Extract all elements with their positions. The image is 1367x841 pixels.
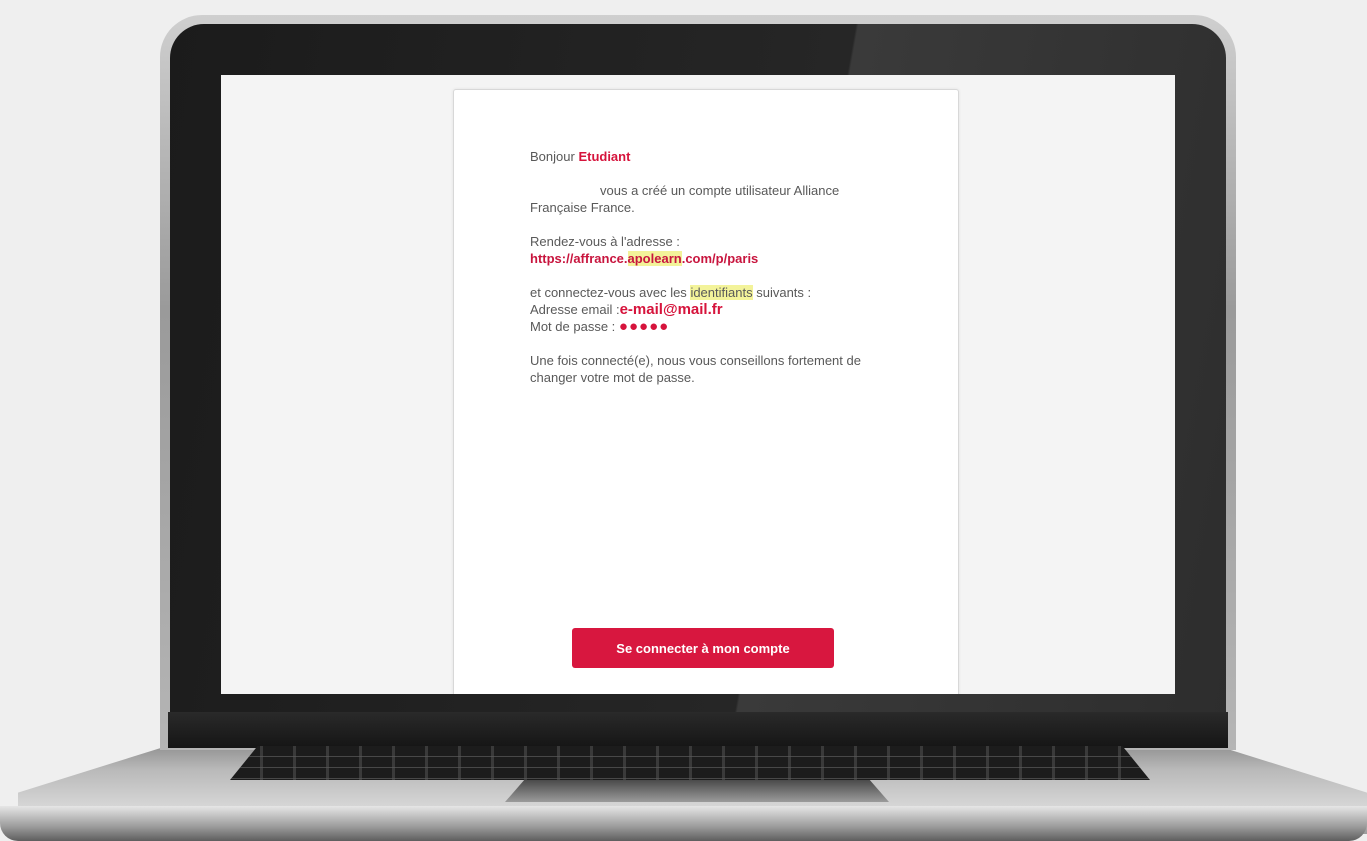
advice-paragraph: Une fois connecté(e), nous vous conseill… — [530, 353, 861, 385]
laptop-mockup: Bonjour Etudiant vous a créé un compte u… — [0, 0, 1367, 841]
url-part-1: https://affrance. — [530, 251, 628, 266]
recipient-name: Etudiant — [578, 149, 631, 164]
trackpad — [505, 780, 889, 802]
connect-suffix: suivants : — [756, 285, 812, 300]
url-part-2: apolearn — [627, 251, 682, 266]
email-label: Adresse email : — [530, 302, 620, 317]
url-part-3: .com/p/paris — [681, 251, 759, 266]
greeting-word: Bonjour — [530, 149, 575, 164]
laptop-screen: Bonjour Etudiant vous a créé un compte u… — [221, 75, 1175, 694]
intro-paragraph: vous a créé un compte utilisateur Allian… — [530, 182, 890, 216]
login-button[interactable]: Se connecter à mon compte — [572, 628, 834, 668]
password-value: ●●●●● — [618, 318, 670, 335]
connect-highlight: identifiants — [690, 285, 753, 300]
platform-link[interactable]: https://affrance.apolearn.com/p/paris — [530, 251, 758, 266]
password-label: Mot de passe : — [530, 319, 616, 334]
email-body: Bonjour Etudiant vous a créé un compte u… — [530, 148, 890, 403]
email-value: e-mail@mail.fr — [619, 301, 723, 318]
laptop-hinge — [168, 712, 1228, 748]
credentials-paragraph: et connectez-vous avec les identifiants … — [530, 284, 890, 335]
greeting-line: Bonjour Etudiant — [530, 148, 890, 165]
connect-prefix: et connectez-vous avec les — [530, 285, 687, 300]
keyboard-rows — [230, 746, 1150, 780]
visit-prefix: Rendez-vous à l'adresse : — [530, 234, 680, 249]
intro-text: vous a créé un compte utilisateur Allian… — [530, 183, 840, 215]
address-paragraph: Rendez-vous à l'adresse : https://affran… — [530, 233, 890, 267]
email-card: Bonjour Etudiant vous a créé un compte u… — [453, 89, 959, 694]
laptop-base-edge — [0, 806, 1367, 841]
